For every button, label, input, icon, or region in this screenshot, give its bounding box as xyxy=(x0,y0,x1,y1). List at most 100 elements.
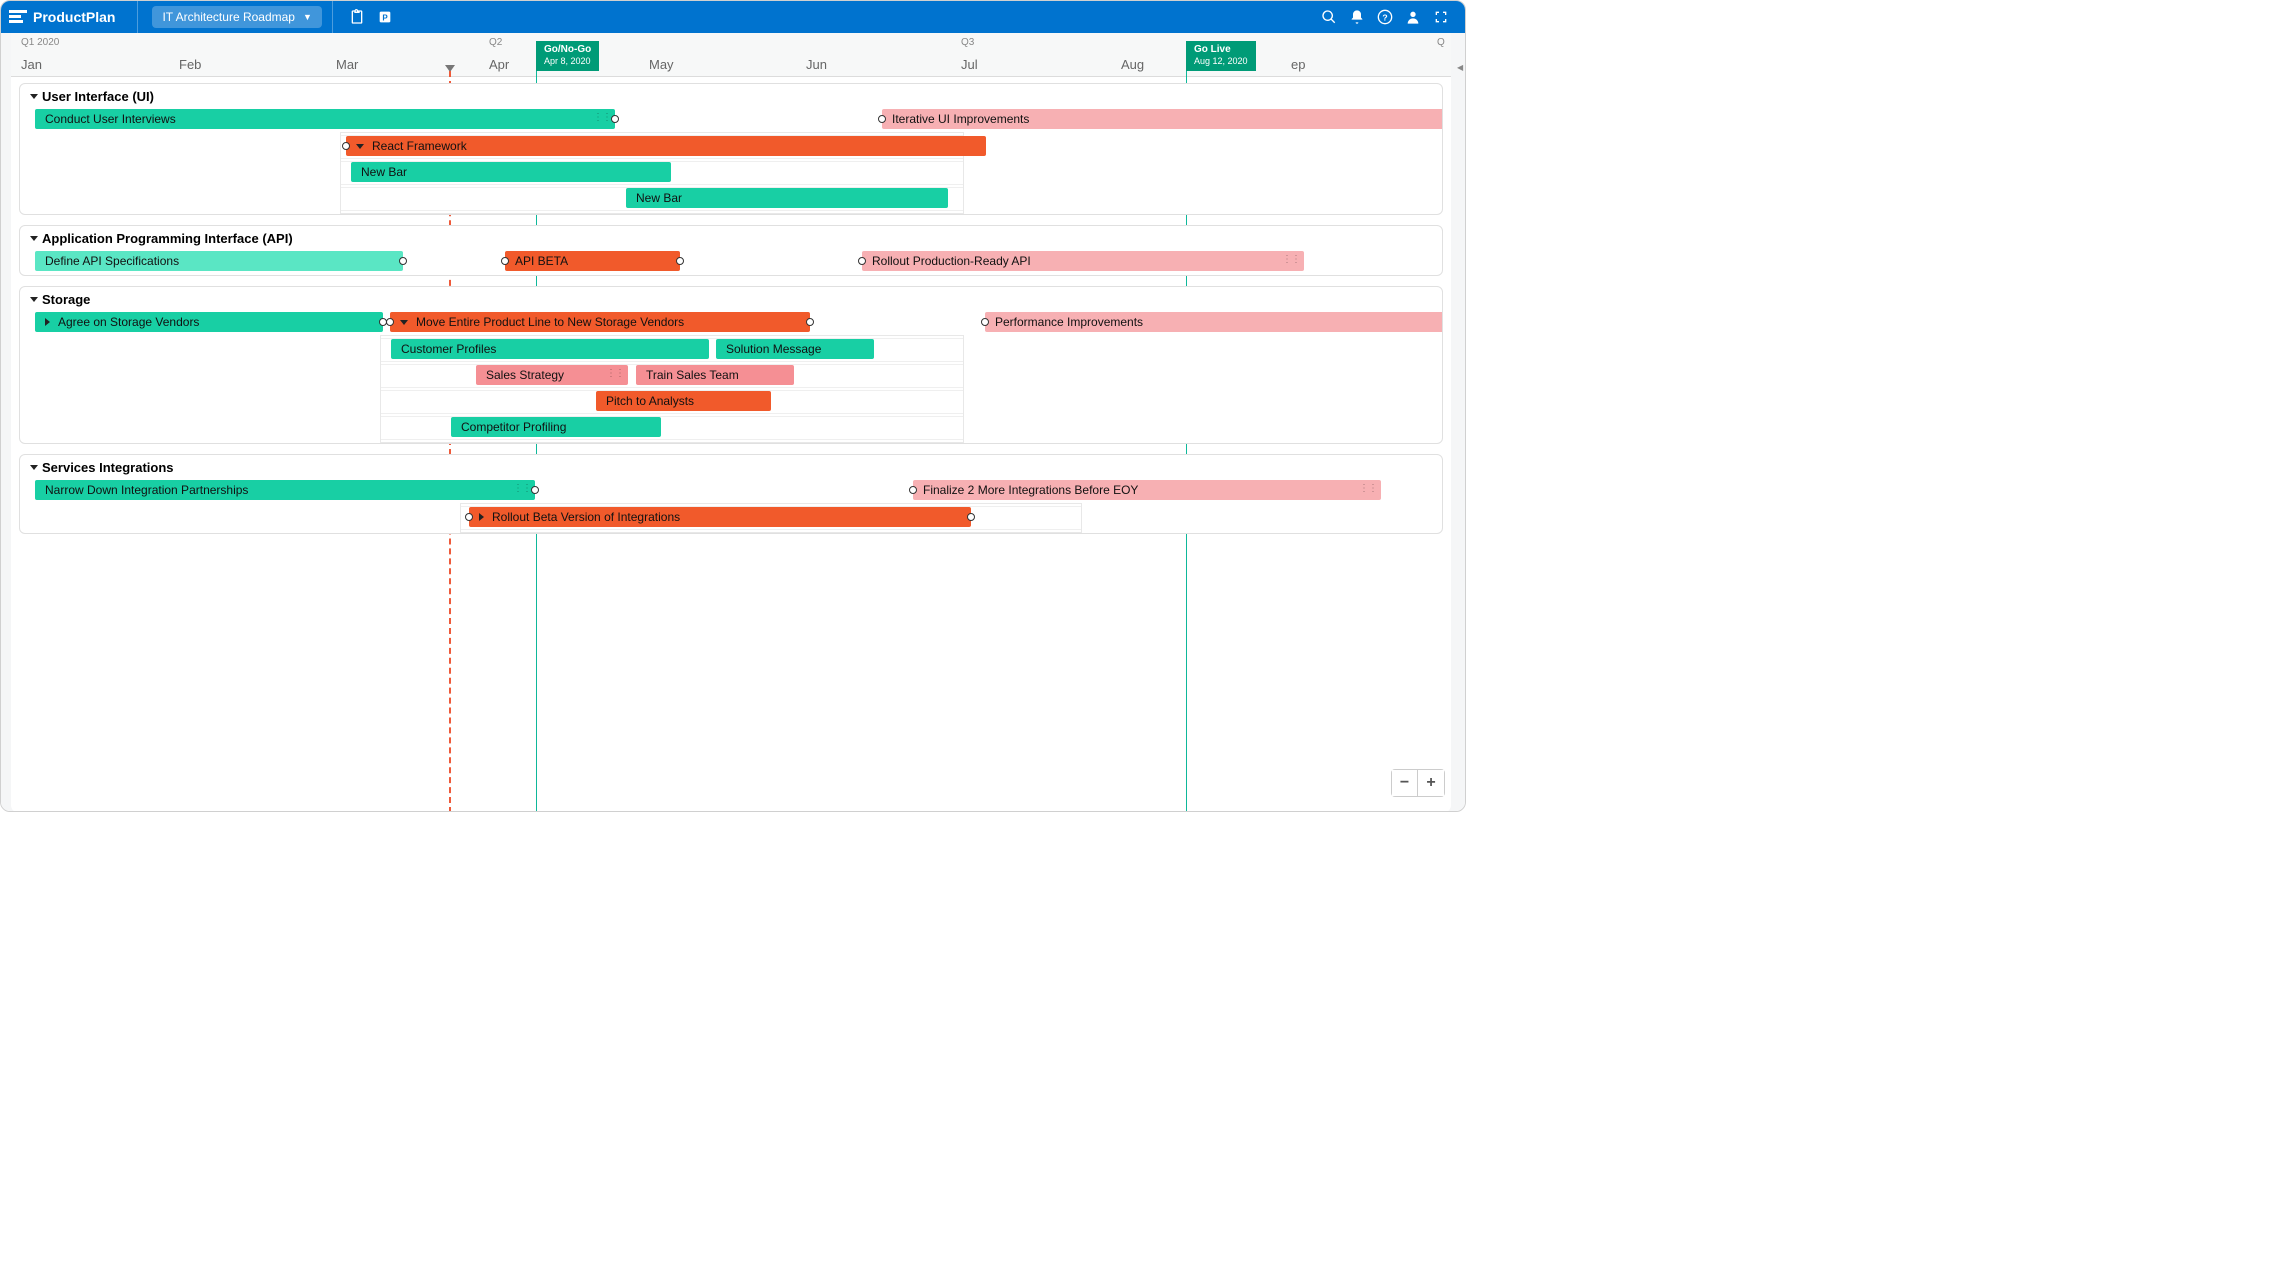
timeline-bar[interactable]: Define API Specifications xyxy=(35,251,403,271)
bar-label: Finalize 2 More Integrations Before EOY xyxy=(923,483,1138,497)
parking-icon[interactable]: P xyxy=(375,7,395,27)
timeline-bar[interactable]: Agree on Storage Vendors xyxy=(35,312,383,332)
nested-rows: React Framework New Bar New Bar xyxy=(340,132,964,214)
lane-header[interactable]: User Interface (UI) xyxy=(20,84,1442,109)
lane-group: Services Integrations Narrow Down Integra… xyxy=(19,454,1443,534)
topbar: ProductPlan IT Architecture Roadmap ▼ P … xyxy=(1,1,1465,33)
bar-label: Define API Specifications xyxy=(45,254,179,268)
lane-header[interactable]: Services Integrations xyxy=(20,455,1442,480)
timeline-bar[interactable]: New Bar xyxy=(626,188,948,208)
timeline-row: Competitor Profiling xyxy=(381,416,963,440)
lane-title: Storage xyxy=(42,292,90,307)
brand-logo[interactable]: ProductPlan xyxy=(9,9,127,25)
month-label: Mar xyxy=(336,57,358,72)
quarter-label: Q3 xyxy=(961,37,974,48)
nested-rows: Customer Profiles Solution Message Sales S… xyxy=(380,335,964,443)
month-label: Aug xyxy=(1121,57,1144,72)
timeline-area: Q1 2020Q2Q3QJanFebMarAprMayJunJulAugepGo… xyxy=(1,33,1465,812)
zoom-out-button[interactable]: − xyxy=(1392,770,1418,796)
timeline-row: React Framework xyxy=(341,135,963,159)
bar-label: Rollout Beta Version of Integrations xyxy=(492,510,680,524)
divider xyxy=(332,1,333,33)
zoom-controls: − + xyxy=(1391,769,1445,797)
nested-rows: Rollout Beta Version of Integrations xyxy=(460,503,1082,533)
timeline-bar[interactable]: New Bar xyxy=(351,162,671,182)
bar-label: New Bar xyxy=(361,165,407,179)
lane-group: Application Programming Interface (API) D… xyxy=(19,225,1443,276)
chevron-down-icon xyxy=(356,144,364,149)
grip-icon: ⋮⋮ xyxy=(1359,483,1377,494)
svg-text:?: ? xyxy=(1382,12,1387,22)
timeline-bar[interactable]: Conduct User Interviews⋮⋮ xyxy=(35,109,615,129)
timeline-bar-extension[interactable] xyxy=(615,109,800,129)
timeline-row: Pitch to Analysts xyxy=(381,390,963,414)
brand-name: ProductPlan xyxy=(33,9,115,25)
timeline-bar[interactable]: Narrow Down Integration Partnerships⋮⋮ xyxy=(35,480,535,500)
month-label: May xyxy=(649,57,674,72)
timeline-bar[interactable]: Competitor Profiling xyxy=(451,417,661,437)
timeline-row: Agree on Storage Vendors Move Entire Prod… xyxy=(20,312,1442,334)
milestone-flag[interactable]: Go/No-GoApr 8, 2020 xyxy=(536,41,599,71)
grip-icon: ⋮⋮ xyxy=(606,368,624,379)
timeline-bar-extension[interactable] xyxy=(810,312,978,332)
month-label: Jul xyxy=(961,57,978,72)
bar-label: Conduct User Interviews xyxy=(45,112,176,126)
chevron-down-icon xyxy=(30,465,38,470)
zoom-in-button[interactable]: + xyxy=(1418,770,1444,796)
timeline-row: Customer Profiles Solution Message xyxy=(381,338,963,362)
lane-header[interactable]: Application Programming Interface (API) xyxy=(20,226,1442,251)
timeline-bar[interactable]: Sales Strategy⋮⋮ xyxy=(476,365,628,385)
bar-label: Pitch to Analysts xyxy=(606,394,694,408)
timeline-bar[interactable]: React Framework xyxy=(346,136,986,156)
side-panel-toggle[interactable] xyxy=(1457,57,1463,69)
help-icon[interactable]: ? xyxy=(1377,9,1393,25)
lanes-container: User Interface (UI) Conduct User Intervie… xyxy=(11,83,1451,534)
timeline-bar[interactable]: Train Sales Team xyxy=(636,365,794,385)
fullscreen-icon[interactable] xyxy=(1433,9,1449,25)
lane-title: Services Integrations xyxy=(42,460,174,475)
timeline-bar[interactable]: Move Entire Product Line to New Storage … xyxy=(390,312,810,332)
timeline-bar[interactable]: Solution Message xyxy=(716,339,874,359)
timeline-header: Q1 2020Q2Q3QJanFebMarAprMayJunJulAugepGo… xyxy=(11,33,1451,77)
lane-group: User Interface (UI) Conduct User Intervie… xyxy=(19,83,1443,215)
chevron-down-icon: ▼ xyxy=(303,12,312,22)
logo-icon xyxy=(9,10,27,24)
user-icon[interactable] xyxy=(1405,9,1421,25)
grip-icon: ⋮⋮ xyxy=(513,483,531,494)
timeline-bar[interactable]: API BETA xyxy=(505,251,680,271)
lane-header[interactable]: Storage xyxy=(20,287,1442,312)
timeline-bar[interactable]: Pitch to Analysts xyxy=(596,391,771,411)
grip-icon: ⋮⋮ xyxy=(1438,315,1443,326)
roadmap-selector[interactable]: IT Architecture Roadmap ▼ xyxy=(152,6,321,28)
timeline-row: Sales Strategy⋮⋮ Train Sales Team xyxy=(381,364,963,388)
timeline-bar[interactable]: Iterative UI Improvements xyxy=(882,109,1443,129)
roadmap-name: IT Architecture Roadmap xyxy=(162,10,295,24)
timeline-bar[interactable]: Finalize 2 More Integrations Before EOY ⋮… xyxy=(913,480,1381,500)
lane-title: User Interface (UI) xyxy=(42,89,154,104)
timeline-row: New Bar xyxy=(341,187,963,211)
timeline-bar[interactable]: Rollout Production-Ready API ⋮⋮ xyxy=(862,251,1304,271)
bar-label: Train Sales Team xyxy=(646,368,739,382)
quarter-label: Q xyxy=(1437,37,1445,48)
bell-icon[interactable] xyxy=(1349,9,1365,25)
grip-icon: ⋮⋮ xyxy=(1282,254,1300,265)
timeline-bar[interactable]: Rollout Beta Version of Integrations xyxy=(469,507,971,527)
bar-label: Rollout Production-Ready API xyxy=(872,254,1031,268)
timeline-bar[interactable]: Customer Profiles xyxy=(391,339,709,359)
svg-text:P: P xyxy=(382,13,388,22)
timeline-row: Rollout Beta Version of Integrations xyxy=(461,506,1081,530)
timeline-row: Conduct User Interviews⋮⋮ Iterative UI Im… xyxy=(20,109,1442,131)
bar-label: Iterative UI Improvements xyxy=(892,112,1029,126)
milestone-flag[interactable]: Go LiveAug 12, 2020 xyxy=(1186,41,1256,71)
chevron-down-icon xyxy=(30,297,38,302)
month-label: Feb xyxy=(179,57,201,72)
timeline-row: New Bar xyxy=(341,161,963,185)
timeline-bar[interactable]: Performance Improvements ⋮⋮ xyxy=(985,312,1443,332)
timeline-bar-extension[interactable] xyxy=(680,251,855,271)
bar-label: Performance Improvements xyxy=(995,315,1143,329)
clipboard-icon[interactable] xyxy=(347,7,367,27)
timeline-bar-extension[interactable] xyxy=(971,507,1101,527)
month-label: Apr xyxy=(489,57,509,72)
search-icon[interactable] xyxy=(1321,9,1337,25)
chevron-right-icon xyxy=(45,318,50,326)
